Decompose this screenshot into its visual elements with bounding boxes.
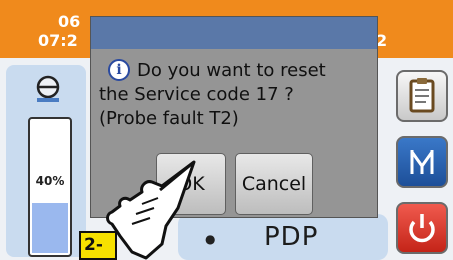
message-line-1: Do you want to reset: [137, 60, 326, 81]
clipboard-icon: [409, 78, 435, 113]
info-icon: i: [108, 59, 130, 81]
message-line-2: the Service code 17 ?: [99, 84, 294, 105]
service-valve-icon: [410, 150, 434, 174]
date-text: 06: [58, 12, 81, 31]
cancel-button[interactable]: Cancel: [235, 153, 313, 215]
step-badge: 2-: [79, 231, 117, 260]
power-button[interactable]: [396, 202, 448, 254]
service-button[interactable]: [396, 136, 448, 188]
gauge-fill: [32, 202, 68, 253]
gauge-percent-label: 40%: [35, 174, 65, 188]
compressor-icon: [36, 75, 60, 102]
power-icon: [409, 214, 435, 243]
time-text: 07:2: [38, 31, 78, 50]
pdp-label: PDP: [264, 222, 319, 252]
dialog-title-bar: [91, 17, 377, 49]
water-drop-icon: ●: [205, 232, 216, 246]
message-line-3: (Probe fault T2): [99, 108, 239, 129]
report-button[interactable]: [396, 70, 448, 122]
dialog-message: Do you want to reset the Service code 17…: [99, 59, 373, 131]
